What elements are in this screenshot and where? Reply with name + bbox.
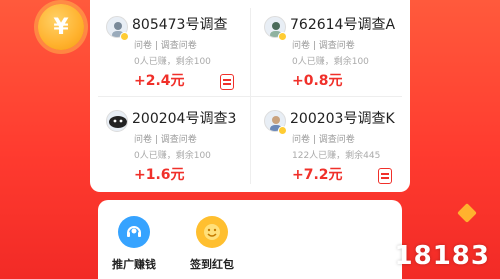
survey-card-762614[interactable]: 762614号调查A 问卷 | 调查问卷 0人已赚，剩余100 +0.8元 [256, 4, 406, 94]
survey-category: 问卷 | 调查问卷 [134, 41, 197, 51]
vip-badge-icon [278, 126, 287, 135]
user-avatar-icon [106, 110, 128, 132]
survey-category: 问卷 | 调查问卷 [292, 135, 355, 145]
survey-card-200204[interactable]: 200204号调查3 问卷 | 调查问卷 0人已赚，剩余100 +1.6元 [98, 98, 248, 188]
survey-stats: 0人已赚，剩余100 [134, 57, 211, 67]
survey-title: 762614号调查A [290, 17, 396, 33]
survey-card-200203[interactable]: 200203号调查K 问卷 | 调查问卷 122人已赚，剩余445 +7.2元 [256, 98, 406, 188]
decorative-diamond-icon [457, 203, 477, 223]
survey-stats: 0人已赚，剩余100 [292, 57, 369, 67]
vip-badge-icon [120, 32, 129, 41]
survey-stats: 122人已赚，剩余445 [292, 151, 381, 161]
feature-panel: 推广赚钱 签到红包 [98, 200, 402, 279]
survey-reward: +2.4元 [134, 73, 185, 89]
watermark-logo: 18183 [394, 241, 490, 271]
survey-category: 问卷 | 调查问卷 [134, 135, 197, 145]
feature-checkin-redpacket[interactable]: 签到红包 [182, 216, 242, 272]
survey-stats: 0人已赚，剩余100 [134, 151, 211, 161]
divider [98, 96, 402, 97]
survey-reward: +0.8元 [292, 73, 343, 89]
headset-icon [118, 216, 150, 248]
survey-category: 问卷 | 调查问卷 [292, 41, 355, 51]
survey-reward: +1.6元 [134, 167, 185, 183]
survey-reward: +7.2元 [292, 167, 343, 183]
vip-badge-icon [278, 32, 287, 41]
smiley-icon [196, 216, 228, 248]
survey-card-panel: 805473号调查 问卷 | 调查问卷 0人已赚，剩余100 +2.4元 762… [90, 0, 410, 192]
feature-promote-earn[interactable]: 推广赚钱 [104, 216, 164, 272]
feature-label: 签到红包 [190, 258, 234, 271]
survey-title: 805473号调查 [132, 17, 228, 33]
currency-symbol: ¥ [53, 14, 69, 40]
survey-title: 200203号调查K [290, 111, 395, 127]
survey-title: 200204号调查3 [132, 111, 237, 127]
document-icon [378, 168, 392, 184]
document-icon [220, 74, 234, 90]
survey-card-805473[interactable]: 805473号调查 问卷 | 调查问卷 0人已赚，剩余100 +2.4元 [98, 4, 248, 94]
feature-label: 推广赚钱 [112, 258, 156, 271]
coin-icon[interactable]: ¥ [38, 4, 84, 50]
